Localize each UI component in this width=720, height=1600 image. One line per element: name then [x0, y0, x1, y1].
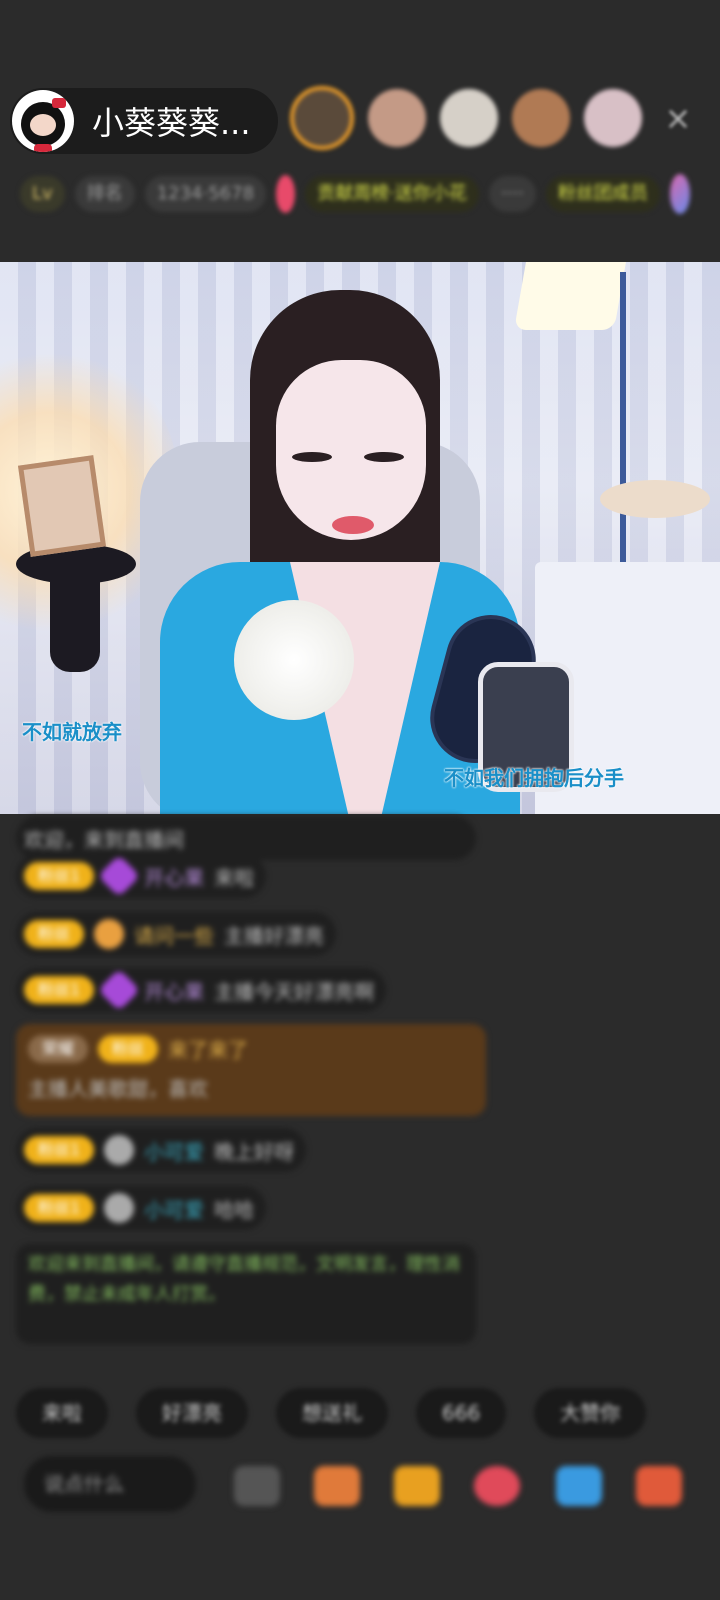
- list-item[interactable]: 粉丝 请问一些 主播好漂亮: [16, 912, 337, 956]
- list-item[interactable]: 粉丝1 小可爱 晚上好呀: [16, 1128, 307, 1172]
- system-notice: 欢迎来到直播间，请遵守直播规范，文明发言，理性消费，禁止未成年人打赏。: [16, 1244, 476, 1344]
- quick-replies: 来啦 好漂亮 想送礼 666 大赞你: [16, 1388, 647, 1438]
- close-icon[interactable]: ×: [660, 100, 696, 136]
- fries-icon[interactable]: [394, 1466, 440, 1506]
- username[interactable]: 开心果: [144, 976, 204, 1005]
- heart-gift-icon[interactable]: [474, 1466, 520, 1506]
- fan-badge: 粉丝1: [24, 862, 95, 890]
- username[interactable]: 来了来了: [168, 1034, 248, 1063]
- host-name: 小葵葵葵...: [92, 104, 251, 142]
- heart-icon[interactable]: [276, 175, 296, 213]
- host-avatar[interactable]: [12, 90, 74, 152]
- gift-icon[interactable]: [669, 174, 690, 214]
- list-item[interactable]: 粉丝1 小可爱 哈哈: [16, 1186, 267, 1230]
- message-text: 来啦: [214, 865, 255, 890]
- fan-club-chip[interactable]: 粉丝团成员: [545, 176, 660, 212]
- stats-row: Lv 排名 1234·5678 贡献周榜·送你小花 ···· 粉丝团成员: [20, 170, 690, 218]
- avatar-icon: [104, 1193, 135, 1223]
- username[interactable]: 小可爱: [144, 1194, 204, 1223]
- rank-chip[interactable]: 排名: [74, 176, 135, 212]
- honor-badge: 荣耀: [28, 1034, 89, 1063]
- message-text: 晚上好呀: [214, 1139, 295, 1164]
- gift-box-icon[interactable]: [314, 1466, 360, 1506]
- host-info[interactable]: 小葵葵葵...: [10, 88, 278, 154]
- emoji-icon[interactable]: [234, 1466, 280, 1506]
- fan-badge: 粉丝: [24, 920, 85, 948]
- bottom-toolbar: 说点什么: [0, 1452, 720, 1532]
- lyric-left: 不如就放弃: [22, 720, 122, 744]
- more-gifts-icon[interactable]: [636, 1466, 682, 1506]
- viewer-avatar[interactable]: [512, 89, 570, 147]
- quick-reply-button[interactable]: 大赞你: [534, 1388, 647, 1438]
- id-chip[interactable]: 1234·5678: [144, 176, 267, 212]
- comment-input[interactable]: 说点什么: [24, 1456, 196, 1512]
- game-icon[interactable]: [556, 1466, 602, 1506]
- viewer-avatar[interactable]: [440, 89, 498, 147]
- level-chip[interactable]: Lv: [20, 176, 65, 212]
- list-item[interactable]: 粉丝1 开心果 来啦: [16, 854, 267, 898]
- quick-reply-button[interactable]: 666: [416, 1388, 507, 1438]
- fan-badge: 粉丝1: [24, 1194, 95, 1222]
- video-player[interactable]: 不如就放弃 不如我们拥抱后分手: [0, 262, 720, 814]
- dots-chip[interactable]: ····: [488, 176, 536, 212]
- gem-icon: [97, 968, 141, 1012]
- username[interactable]: 请问一些: [134, 920, 214, 949]
- message-text: 哈哈: [214, 1197, 255, 1222]
- fan-badge: 粉丝1: [24, 976, 95, 1004]
- message-text: 主播今天好漂亮啊: [214, 979, 375, 1004]
- fan-badge: 粉丝1: [24, 1136, 95, 1164]
- quick-reply-button[interactable]: 好漂亮: [136, 1388, 248, 1438]
- rank-banner[interactable]: 贡献周榜·送你小花: [305, 176, 479, 212]
- username[interactable]: 小可爱: [144, 1136, 204, 1165]
- gem-icon: [97, 854, 141, 898]
- message-text: 主播好漂亮: [224, 923, 325, 948]
- live-stream-page: 小葵葵葵... × Lv 排名 1234·5678 贡献周榜·送你小花 ····…: [0, 0, 720, 1600]
- medal-icon: [94, 919, 125, 949]
- fan-badge: 粉丝: [98, 1034, 159, 1063]
- lyric-right: 不如我们拥抱后分手: [444, 766, 624, 790]
- viewer-avatar[interactable]: [368, 89, 426, 147]
- quick-reply-button[interactable]: 想送礼: [276, 1388, 388, 1438]
- list-item[interactable]: 粉丝1 开心果 主播今天好漂亮啊: [16, 968, 387, 1012]
- quick-reply-button[interactable]: 来啦: [16, 1388, 108, 1438]
- username[interactable]: 开心果: [144, 862, 204, 891]
- list-item[interactable]: 荣耀 粉丝 来了来了 主播人美歌甜，喜欢: [16, 1024, 486, 1116]
- top-viewers[interactable]: [290, 86, 642, 150]
- viewer-avatar[interactable]: [584, 89, 642, 147]
- avatar-icon: [104, 1135, 135, 1165]
- message-text: 主播人美歌甜，喜欢: [28, 1077, 208, 1101]
- viewer-avatar[interactable]: [290, 86, 354, 150]
